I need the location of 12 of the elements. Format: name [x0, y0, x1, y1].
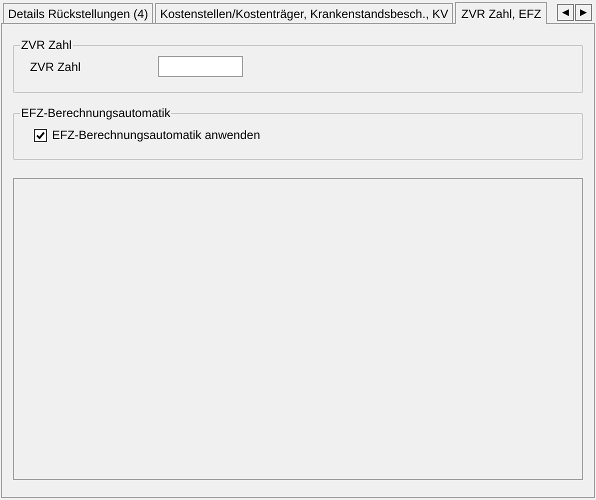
tab[interactable]: Kostenstellen/Kostenträger, Krankenstandsbesch., KV [155, 3, 454, 23]
tab[interactable]: ZVR Zahl, EFZ [455, 2, 548, 24]
field-label: ZVR Zahl [30, 58, 82, 76]
checkmark-icon [36, 130, 45, 140]
scroll-right-button[interactable]: ▶ [575, 4, 592, 21]
group-title: ZVR Zahl [20, 37, 73, 54]
scroll-left-button[interactable]: ◀ [557, 4, 574, 21]
tab[interactable]: Details Rückstellungen (4) [3, 3, 154, 23]
checkbox[interactable] [34, 128, 47, 142]
group-title: EFZ-Berechnungsautomatik [20, 105, 172, 122]
checkbox-label: EFZ-Berechnungsautomatik anwenden [52, 127, 260, 144]
input-field[interactable] [158, 56, 243, 77]
